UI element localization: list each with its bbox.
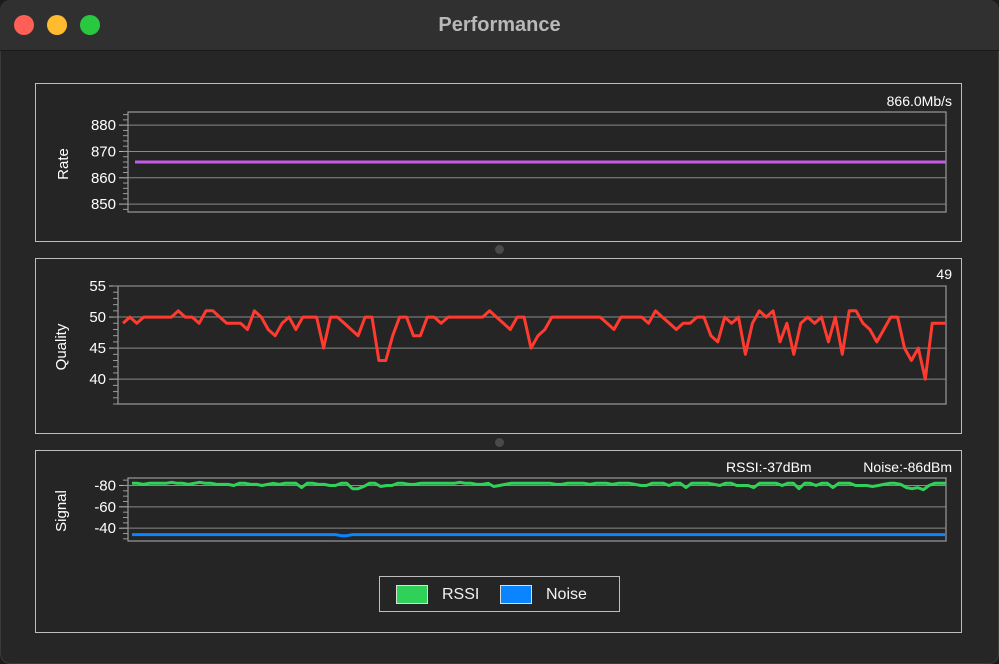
window-title: Performance xyxy=(438,14,561,36)
rssi-legend-swatch xyxy=(396,585,428,604)
noise-legend-label: Noise xyxy=(546,586,587,603)
quality-current-value: 49 xyxy=(936,266,952,282)
signal-noise-line xyxy=(132,533,946,538)
rate-tick-label: 880 xyxy=(91,117,116,134)
rate-axis-label: Rate xyxy=(55,148,72,180)
signal-tick-label: -80 xyxy=(94,477,116,494)
signal-plot-area: -80 -60 -40 xyxy=(94,477,947,542)
signal-rssi-line xyxy=(132,480,946,492)
signal-axis-label: Signal xyxy=(53,490,70,532)
rate-plot-area: 850 860 870 880 xyxy=(91,111,947,213)
signal-plot-frame xyxy=(127,477,947,542)
rate-tick-label: 870 xyxy=(91,143,116,160)
signal-panel: Signal RSSI:-37dBm Noise:-86dBm -80 -60 -4… xyxy=(35,450,962,633)
chart-legend: RSSI Noise xyxy=(379,576,620,612)
panel-splitter-1[interactable] xyxy=(495,245,504,254)
quality-tick-label: 55 xyxy=(89,278,106,295)
quality-chart: Quality 49 40 45 50 55 xyxy=(53,266,952,405)
quality-plot-area: 40 45 50 55 xyxy=(89,278,947,405)
quality-tick-label: 50 xyxy=(89,309,106,326)
noise-readout: Noise:-86dBm xyxy=(863,459,952,475)
noise-legend-swatch xyxy=(500,585,532,604)
signal-tick-label: -60 xyxy=(94,499,116,516)
rate-chart: Rate 866.0Mb/s 850 860 870 880 xyxy=(55,93,952,213)
rate-panel: Rate 866.0Mb/s 850 860 870 880 xyxy=(35,83,962,242)
quality-panel: Quality 49 40 45 50 55 xyxy=(35,258,962,434)
performance-window: Performance Rate 866.0Mb/s 850 860 870 880 … xyxy=(0,0,999,664)
title-bar: Performance xyxy=(0,0,999,51)
quality-tick-label: 45 xyxy=(89,340,106,357)
rate-tick-label: 860 xyxy=(91,170,116,187)
signal-tick-label: -40 xyxy=(94,520,116,537)
rate-current-value: 866.0Mb/s xyxy=(887,93,952,109)
quality-tick-label: 40 xyxy=(89,371,106,388)
quality-line xyxy=(121,309,946,381)
rssi-legend-label: RSSI xyxy=(442,586,480,603)
panel-splitter-2[interactable] xyxy=(495,438,504,447)
rssi-readout: RSSI:-37dBm xyxy=(726,459,812,475)
rate-tick-label: 850 xyxy=(91,196,116,213)
quality-axis-label: Quality xyxy=(53,323,70,370)
